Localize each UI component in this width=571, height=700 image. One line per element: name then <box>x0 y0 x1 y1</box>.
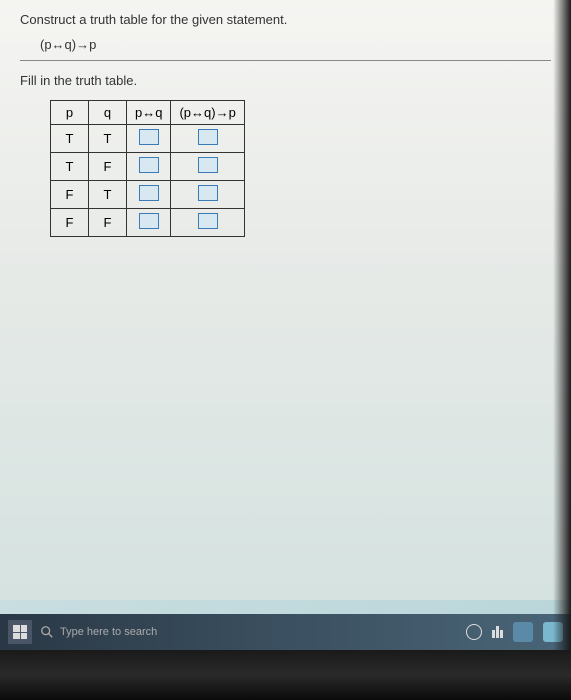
cell-p: F <box>51 181 89 209</box>
question-panel: Construct a truth table for the given st… <box>0 0 571 600</box>
search-placeholder: Type here to search <box>60 626 157 638</box>
truth-table: p q p↔q (p↔q)→p T T T F F T <box>50 100 245 237</box>
answer-input[interactable] <box>139 185 159 201</box>
answer-input[interactable] <box>198 185 218 201</box>
search-box[interactable]: Type here to search <box>40 625 157 639</box>
table-row: F F <box>51 209 245 237</box>
taskbar: Type here to search <box>0 614 571 650</box>
cell-p: T <box>51 125 89 153</box>
cortana-icon[interactable] <box>466 624 482 640</box>
search-icon <box>40 625 54 639</box>
windows-icon <box>13 625 27 639</box>
answer-input[interactable] <box>198 213 218 229</box>
cell-input <box>171 209 244 237</box>
cell-q: F <box>89 209 127 237</box>
question-prompt: Construct a truth table for the given st… <box>20 12 551 27</box>
cell-input <box>171 125 244 153</box>
task-view-icon[interactable] <box>492 626 503 638</box>
divider <box>20 60 551 61</box>
tray-app-icon[interactable] <box>513 622 533 642</box>
taskbar-tray <box>466 622 563 642</box>
table-row: F T <box>51 181 245 209</box>
cell-p: T <box>51 153 89 181</box>
table-row: T F <box>51 153 245 181</box>
cell-p: F <box>51 209 89 237</box>
answer-input[interactable] <box>139 213 159 229</box>
start-button[interactable] <box>8 620 32 644</box>
cell-input <box>127 153 171 181</box>
header-biconditional: p↔q <box>127 101 171 125</box>
question-formula: (p↔q)→p <box>40 37 551 52</box>
cell-input <box>171 153 244 181</box>
answer-input[interactable] <box>139 157 159 173</box>
cell-input <box>171 181 244 209</box>
cell-q: T <box>89 125 127 153</box>
cell-q: F <box>89 153 127 181</box>
table-row: T T <box>51 125 245 153</box>
answer-input[interactable] <box>139 129 159 145</box>
table-header-row: p q p↔q (p↔q)→p <box>51 101 245 125</box>
screen-bezel-right <box>553 0 571 650</box>
answer-input[interactable] <box>198 129 218 145</box>
cell-input <box>127 181 171 209</box>
cell-q: T <box>89 181 127 209</box>
header-result: (p↔q)→p <box>171 101 244 125</box>
header-q: q <box>89 101 127 125</box>
instruction-text: Fill in the truth table. <box>20 73 551 88</box>
cell-input <box>127 125 171 153</box>
cell-input <box>127 209 171 237</box>
laptop-chassis <box>0 650 571 700</box>
header-p: p <box>51 101 89 125</box>
answer-input[interactable] <box>198 157 218 173</box>
